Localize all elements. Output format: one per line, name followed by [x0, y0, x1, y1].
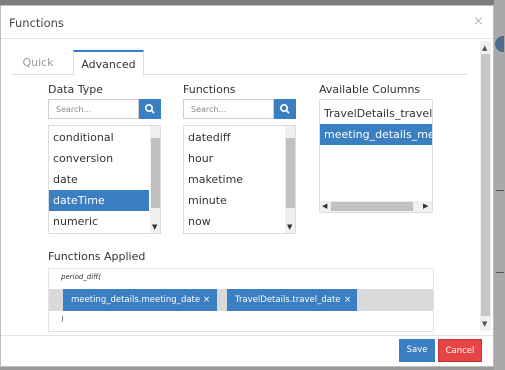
applied-chip-travel-date[interactable]: TravelDetails.travel_date × [227, 289, 357, 311]
list-item-conditional[interactable]: conditional [49, 127, 149, 148]
list-item-hour[interactable]: hour [184, 148, 284, 169]
available-columns-label: Available Columns [319, 83, 421, 96]
dialog-title: Functions [9, 16, 64, 30]
search-icon [280, 104, 290, 114]
functions-search-button[interactable] [274, 99, 296, 119]
scrollbar-thumb[interactable] [481, 54, 490, 316]
functions-applied-box[interactable]: period_diff( meeting_details.meeting_dat… [48, 268, 434, 332]
list-item-maketime[interactable]: maketime [184, 169, 284, 190]
dialog-scrollbar[interactable]: ▲ ▼ [480, 41, 491, 331]
functions-applied-label: Functions Applied [48, 250, 146, 263]
search-icon [145, 104, 155, 114]
data-type-list-scrollbar[interactable]: ▼ [150, 126, 160, 233]
dialog-header: Functions × [1, 6, 493, 39]
applied-function-close: ) [61, 315, 64, 323]
list-item-date[interactable]: date [49, 169, 149, 190]
tab-quick[interactable]: Quick [12, 50, 64, 75]
scroll-left-arrow-icon[interactable]: ◀ [322, 202, 327, 210]
scroll-down-arrow-icon[interactable]: ▼ [152, 223, 157, 231]
remove-chip-icon[interactable]: × [344, 289, 351, 311]
available-columns-list[interactable]: TravelDetails_travel_date meeting_detail… [319, 99, 433, 213]
scrollbar-thumb[interactable] [151, 138, 160, 208]
functions-search [183, 99, 296, 119]
footer-divider [1, 335, 493, 336]
chip-label: TravelDetails.travel_date [235, 295, 341, 305]
background-avatar [495, 36, 504, 52]
available-columns-hscrollbar[interactable]: ◀ ▶ [320, 201, 432, 212]
scroll-up-arrow-icon[interactable]: ▲ [482, 44, 487, 52]
chip-label: meeting_details.meeting_date [71, 295, 201, 305]
background-divider [496, 190, 504, 191]
functions-list[interactable]: datediff hour maketime minute now ▼ [183, 125, 296, 234]
tab-bar: Quick Advanced [12, 50, 467, 76]
save-button[interactable]: Save [399, 339, 435, 362]
data-type-list[interactable]: conditional conversion date dateTime num… [48, 125, 161, 234]
applied-function-open: period_diff( [61, 273, 101, 281]
functions-search-input[interactable] [183, 99, 274, 119]
close-icon[interactable]: × [473, 14, 484, 29]
list-item-now[interactable]: now [184, 211, 284, 232]
scrollbar-thumb[interactable] [331, 202, 413, 211]
data-type-label: Data Type [48, 83, 104, 96]
list-item-numeric[interactable]: numeric [49, 211, 149, 232]
scrollbar-thumb[interactable] [286, 138, 295, 208]
list-item-datediff[interactable]: datediff [184, 127, 284, 148]
data-type-search-input[interactable] [48, 99, 139, 119]
applied-chip-meeting-date[interactable]: meeting_details.meeting_date × [63, 289, 217, 311]
scroll-down-arrow-icon[interactable]: ▼ [287, 223, 292, 231]
background-app-edge [494, 0, 505, 370]
data-type-search-button[interactable] [139, 99, 161, 119]
applied-chip-row: meeting_details.meeting_date × TravelDet… [49, 289, 433, 311]
list-item-datetime[interactable]: dateTime [49, 190, 149, 211]
scroll-down-arrow-icon[interactable]: ▼ [482, 320, 487, 328]
functions-label: Functions [183, 83, 236, 96]
data-type-search [48, 99, 161, 119]
scroll-right-arrow-icon[interactable]: ▶ [423, 202, 428, 210]
tab-advanced[interactable]: Advanced [73, 50, 144, 76]
background-divider [496, 272, 504, 273]
column-item-meeting-date[interactable]: meeting_details_meeting_date [320, 124, 432, 145]
remove-chip-icon[interactable]: × [203, 289, 210, 311]
functions-list-scrollbar[interactable]: ▼ [285, 126, 295, 233]
cancel-button[interactable]: Cancel [438, 339, 482, 362]
list-item-conversion[interactable]: conversion [49, 148, 149, 169]
list-item-minute[interactable]: minute [184, 190, 284, 211]
column-item-travel-date[interactable]: TravelDetails_travel_date [320, 103, 432, 124]
functions-dialog: Functions × ▲ ▼ Quick Advanced Data Type… [0, 5, 494, 367]
